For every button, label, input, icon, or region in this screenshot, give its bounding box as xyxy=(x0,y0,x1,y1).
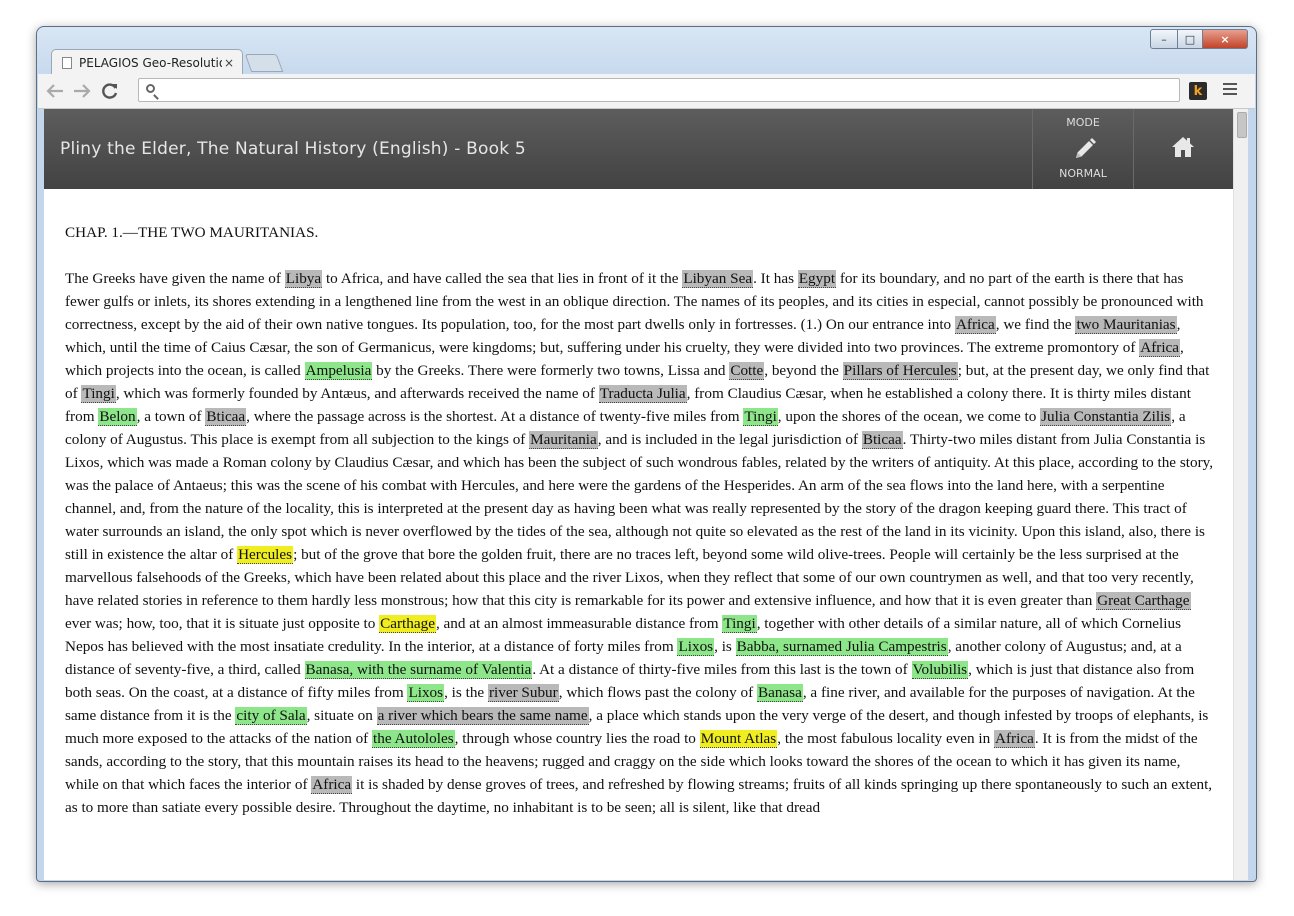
place-tag[interactable]: Tingi xyxy=(743,408,778,426)
place-tag[interactable]: Libya xyxy=(284,270,323,288)
place-tag[interactable]: Traducta Julia xyxy=(598,385,687,403)
text-run: to Africa, and have called the sea that … xyxy=(322,270,683,287)
place-tag[interactable]: river Subur xyxy=(487,684,559,702)
place-tag[interactable]: city of Sala xyxy=(235,707,307,725)
place-tag[interactable]: Libyan Sea xyxy=(682,270,754,288)
mode-label: MODE xyxy=(1066,116,1100,129)
place-tag[interactable]: Bticaa xyxy=(861,431,903,449)
text-run: by the Greeks. There were formerly two t… xyxy=(372,362,730,379)
text-run: , is the xyxy=(444,684,488,701)
place-tag[interactable]: Ampelusia xyxy=(304,362,373,380)
place-tag[interactable]: Julia Constantia Zilis xyxy=(1040,408,1172,426)
place-tag[interactable]: Mauritania xyxy=(529,431,598,449)
text-run: , is xyxy=(714,638,736,655)
text-run: , the most fabulous locality even in xyxy=(777,730,995,747)
place-tag[interactable]: Africa xyxy=(994,730,1035,748)
address-bar[interactable] xyxy=(138,78,1180,102)
place-tag[interactable]: the Autololes xyxy=(372,730,455,748)
mode-toggle[interactable]: MODE NORMAL xyxy=(1032,109,1134,189)
back-arrow-icon[interactable] xyxy=(44,80,66,102)
text-run: ever was; how, too, that it is situate j… xyxy=(65,615,380,632)
pencil-icon xyxy=(1076,138,1096,158)
reload-icon[interactable] xyxy=(99,80,121,102)
place-tag[interactable]: Banasa xyxy=(756,684,803,702)
scrollbar-thumb[interactable] xyxy=(1237,112,1247,138)
text-run: , beyond the xyxy=(764,362,843,379)
minimize-button[interactable]: – xyxy=(1150,29,1178,49)
document-content: CHAP. 1.—THE TWO MAURITANIAS. The Greeks… xyxy=(65,221,1215,819)
text-run: . Thirty-two miles distant from Julia Co… xyxy=(65,431,1214,563)
text-run: . It has xyxy=(753,270,798,287)
browser-tab[interactable]: PELAGIOS Geo-Resolution × xyxy=(51,49,243,76)
place-tag[interactable]: Africa xyxy=(954,316,996,334)
place-tag[interactable]: Lixos xyxy=(407,684,445,702)
place-tag[interactable]: Pillars of Hercules xyxy=(842,362,958,380)
text-run: , and at an almost immeasurable distance… xyxy=(435,615,723,632)
place-tag[interactable]: Lixos xyxy=(677,638,715,656)
mode-value: NORMAL xyxy=(1059,167,1107,180)
page-icon xyxy=(62,57,72,69)
tab-title: PELAGIOS Geo-Resolution xyxy=(79,56,222,70)
maximize-button[interactable]: □ xyxy=(1178,29,1203,49)
chapter-heading: CHAP. 1.—THE TWO MAURITANIAS. xyxy=(65,224,319,241)
close-window-button[interactable]: × xyxy=(1203,29,1248,49)
menu-icon[interactable] xyxy=(1223,83,1237,99)
text-run: , which flows past the colony of xyxy=(558,684,757,701)
window-controls: – □ × xyxy=(1150,29,1248,49)
place-tag[interactable]: Bticaa xyxy=(205,408,247,426)
place-tag[interactable]: Hercules xyxy=(237,546,294,564)
place-tag[interactable]: Great Carthage xyxy=(1096,592,1191,610)
place-tag[interactable]: two Mauritanias xyxy=(1075,316,1177,334)
text-run: , situate on xyxy=(306,707,377,724)
place-tag[interactable]: Egypt xyxy=(797,270,837,288)
search-icon xyxy=(146,84,155,93)
text-run: , and is included in the legal jurisdict… xyxy=(597,431,862,448)
text-run: . At a distance of thirty-five miles fro… xyxy=(532,661,912,678)
home-icon xyxy=(1172,137,1194,157)
page-viewport: Pliny the Elder, The Natural History (En… xyxy=(44,109,1248,880)
place-tag[interactable]: Mount Atlas xyxy=(699,730,778,748)
place-tag[interactable]: Tingi xyxy=(722,615,757,633)
place-tag[interactable]: Carthage xyxy=(379,615,436,633)
place-tag[interactable]: Africa xyxy=(311,776,353,794)
place-tag[interactable]: Babba, surnamed Julia Campestris xyxy=(735,638,948,656)
text-run: , a town of xyxy=(136,408,206,425)
browser-window: – □ × PELAGIOS Geo-Resolution × k Pliny … xyxy=(36,26,1257,882)
place-tag[interactable]: Volubilis xyxy=(911,661,969,679)
place-tag[interactable]: Banasa, with the surname of Valentia xyxy=(304,661,533,679)
tab-close-icon[interactable]: × xyxy=(222,56,236,70)
text-run: , upon the shores of the ocean, we come … xyxy=(777,408,1041,425)
document-title: Pliny the Elder, The Natural History (En… xyxy=(60,139,526,159)
text-run: The Greeks have given the name of xyxy=(65,270,285,287)
place-tag[interactable]: Tingi xyxy=(81,385,116,403)
browser-toolbar: k xyxy=(38,74,1255,109)
text-run: , where the passage across is the shorte… xyxy=(246,408,744,425)
chapter-paragraph: The Greeks have given the name of Libya … xyxy=(65,267,1215,819)
new-tab-button[interactable] xyxy=(244,54,284,72)
vertical-scrollbar[interactable] xyxy=(1233,109,1248,880)
place-tag[interactable]: Africa xyxy=(1139,339,1181,357)
place-tag[interactable]: Cotte xyxy=(729,362,765,380)
forward-arrow-icon[interactable] xyxy=(71,80,93,102)
text-run: , which was formerly founded by Antæus, … xyxy=(115,385,599,402)
text-run: , we find the xyxy=(995,316,1076,333)
home-button[interactable] xyxy=(1133,109,1233,189)
app-header: Pliny the Elder, The Natural History (En… xyxy=(44,109,1233,189)
place-tag[interactable]: a river which bears the same name xyxy=(376,707,589,725)
extension-icon[interactable]: k xyxy=(1189,82,1207,100)
text-run: , through whose country lies the road to xyxy=(454,730,700,747)
place-tag[interactable]: Belon xyxy=(98,408,137,426)
